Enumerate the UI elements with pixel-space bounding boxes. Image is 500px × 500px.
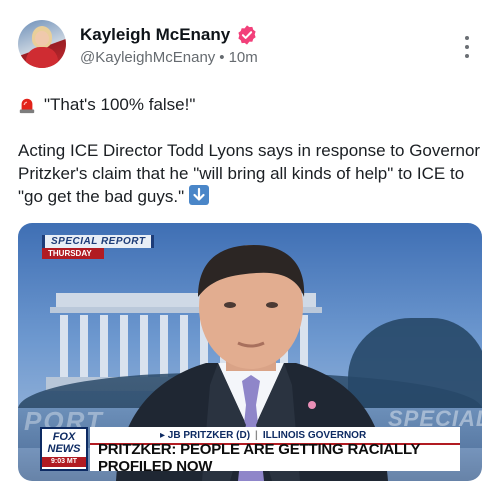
logo-line-1: FOX [52,431,76,443]
author-display-name[interactable]: Kayleigh McEnany [80,25,230,45]
broadcast-time: 9:03 MT [42,457,86,467]
avatar-face [35,31,49,46]
meta-separator: • [219,49,225,66]
fox-news-logo: FOX NEWS 9:03 MT [40,427,88,471]
author-name-row: Kayleigh McEnany [80,24,258,46]
chyron-speaker-title: ILLINOIS GOVERNOR [262,429,367,441]
special-report-label: SPECIAL REPORT [42,235,155,248]
verified-badge-icon [238,25,256,45]
down-arrow-icon [188,185,209,205]
special-report-day: THURSDAY [42,248,104,259]
chyron-headline: PRITZKER: PEOPLE ARE GETTING RACIALLY PR… [90,441,460,475]
post-text: "That's 100% false!" Acting ICE Director… [18,93,488,208]
post-card: Kayleigh McEnany @KayleighMcEnany • 10m … [0,0,500,500]
author-handle[interactable]: @KayleighMcEnany [80,49,215,66]
logo-line-2: NEWS [47,443,81,455]
chyron-speaker-name: ▸ JB PRITZKER (D) [160,429,251,441]
quote-text: "That's 100% false!" [44,95,196,114]
vertical-ellipsis-icon[interactable] [458,36,476,58]
special-report-bug: SPECIAL REPORT THURSDAY [42,235,155,259]
chyron-separator: | [255,429,258,441]
author-avatar[interactable] [18,20,66,68]
video-thumbnail[interactable]: PORT SPECIAL SPECIAL REPORT THURSDAY FOX… [18,223,482,481]
avatar-body [26,47,58,68]
body-text: Acting ICE Director Todd Lyons says in r… [18,141,481,206]
rotating-light-icon [19,98,35,113]
author-meta: @KayleighMcEnany • 10m [80,49,258,66]
quote-line: "That's 100% false!" [18,93,488,116]
post-time[interactable]: 10m [229,49,258,66]
